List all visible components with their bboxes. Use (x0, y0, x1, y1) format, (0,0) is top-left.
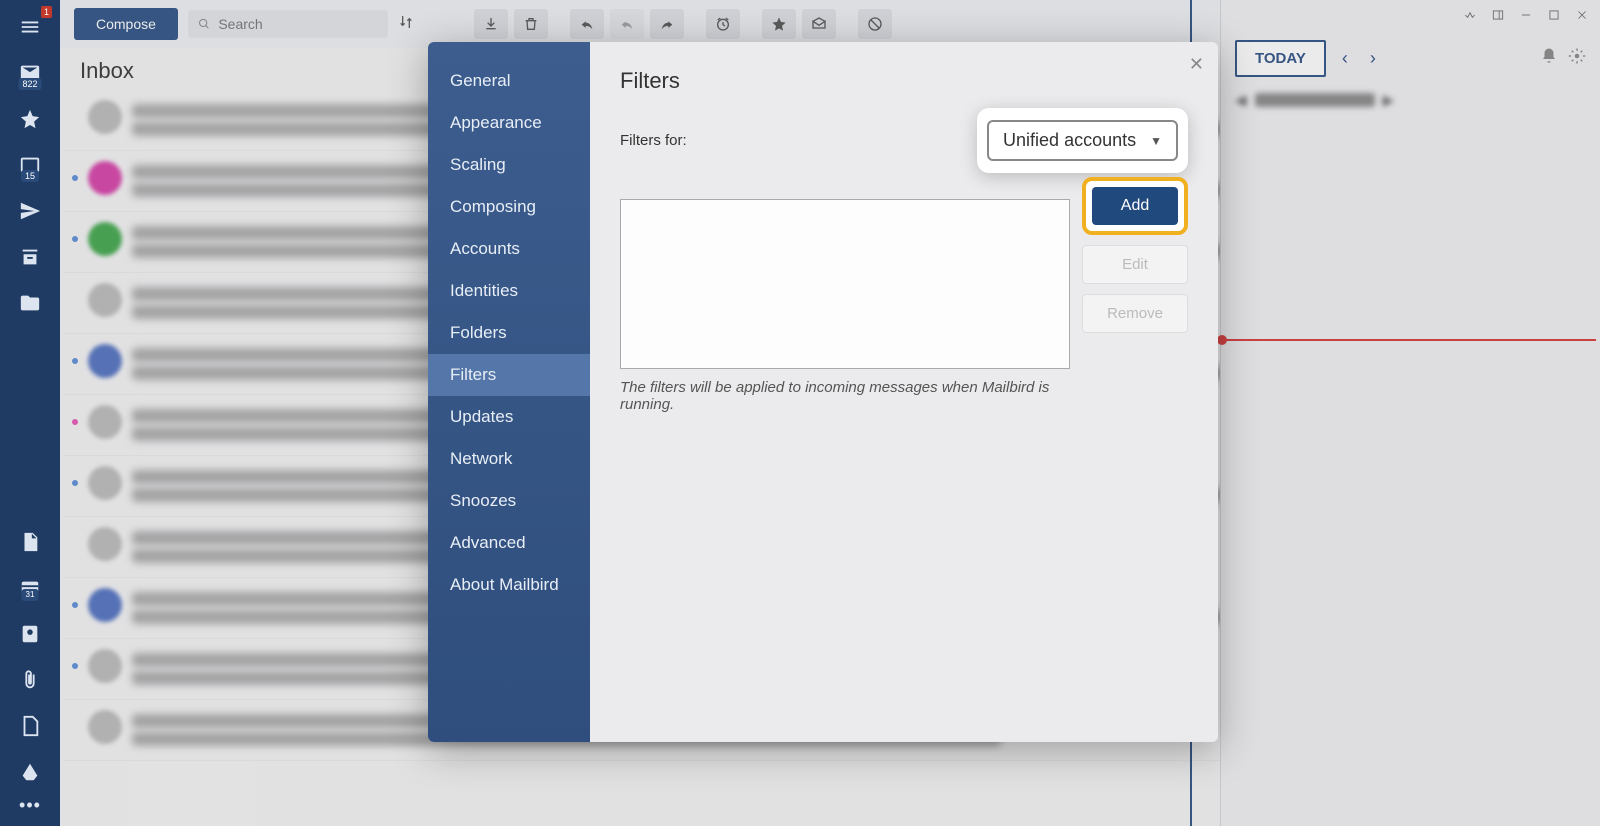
remove-button[interactable]: Remove (1082, 294, 1188, 333)
menu-icon[interactable]: 1 (10, 8, 50, 46)
current-time-line (1221, 339, 1596, 341)
mark-read-icon[interactable] (802, 9, 836, 39)
nav-general[interactable]: General (428, 60, 590, 102)
edit-button[interactable]: Edit (1082, 245, 1188, 284)
nav-accounts[interactable]: Accounts (428, 228, 590, 270)
add-button-highlight: Add (1082, 177, 1188, 235)
star-icon[interactable] (10, 100, 50, 138)
filters-list[interactable] (620, 199, 1070, 369)
block-icon[interactable] (858, 9, 892, 39)
filters-title: Filters (620, 68, 1188, 94)
star-action-icon[interactable] (762, 9, 796, 39)
search-box[interactable] (188, 10, 388, 38)
menu-badge: 1 (41, 6, 52, 18)
add-button[interactable]: Add (1092, 187, 1178, 225)
account-dropdown-highlight: Unified accounts ▼ (977, 108, 1188, 173)
drive-icon[interactable] (10, 753, 50, 791)
left-rail: 1 822 15 31 (0, 0, 60, 826)
prev-day-icon[interactable]: ‹ (1336, 44, 1354, 73)
window-controls (1221, 0, 1600, 30)
reply-all-icon[interactable] (610, 9, 644, 39)
nav-about[interactable]: About Mailbird (428, 564, 590, 606)
compose-button[interactable]: Compose (74, 8, 178, 40)
snooze-icon[interactable] (706, 9, 740, 39)
nav-advanced[interactable]: Advanced (428, 522, 590, 564)
search-input[interactable] (218, 16, 378, 32)
settings-nav: General Appearance Scaling Composing Acc… (428, 42, 590, 742)
search-icon (198, 17, 210, 31)
nav-updates[interactable]: Updates (428, 396, 590, 438)
maximize-icon[interactable] (1544, 5, 1564, 25)
delete-icon[interactable] (514, 9, 548, 39)
settings-dialog: General Appearance Scaling Composing Acc… (428, 42, 1218, 742)
notes-icon[interactable] (10, 523, 50, 561)
calendar-toolbar: TODAY ‹ › (1221, 30, 1600, 87)
account-dropdown[interactable]: Unified accounts ▼ (987, 120, 1178, 161)
next-day-icon[interactable]: › (1364, 44, 1382, 73)
calendar-body[interactable] (1221, 119, 1600, 799)
nav-filters[interactable]: Filters (428, 354, 590, 396)
filters-for-label: Filters for: (620, 132, 687, 149)
dropdown-value: Unified accounts (1003, 130, 1136, 151)
forward-icon[interactable] (650, 9, 684, 39)
bell-icon[interactable] (1540, 47, 1558, 70)
document-icon[interactable] (10, 707, 50, 745)
panel-icon[interactable] (1488, 5, 1508, 25)
nav-identities[interactable]: Identities (428, 270, 590, 312)
main-area: Compose (60, 0, 1600, 826)
close-icon[interactable]: ✕ (1189, 54, 1204, 75)
drafts-count: 15 (21, 170, 39, 182)
sent-icon[interactable] (10, 192, 50, 230)
drafts-icon[interactable]: 15 (10, 146, 50, 184)
folder-icon[interactable] (10, 284, 50, 322)
inbox-icon[interactable]: 822 (10, 54, 50, 92)
chevron-down-icon: ▼ (1150, 134, 1162, 148)
reply-icon[interactable] (570, 9, 604, 39)
calendar-day: 31 (22, 589, 39, 601)
download-icon[interactable] (474, 9, 508, 39)
nav-scaling[interactable]: Scaling (428, 144, 590, 186)
archive-icon[interactable] (10, 238, 50, 276)
attachments-icon[interactable] (10, 661, 50, 699)
toolbar-actions (474, 9, 892, 39)
gear-icon[interactable] (1568, 47, 1586, 70)
check-icon[interactable] (1460, 5, 1480, 25)
today-button[interactable]: TODAY (1235, 40, 1326, 77)
nav-appearance[interactable]: Appearance (428, 102, 590, 144)
sort-icon[interactable] (398, 14, 414, 35)
minimize-icon[interactable] (1516, 5, 1536, 25)
calendar-date: ◀▶ (1221, 87, 1600, 119)
more-icon[interactable]: ••• (19, 795, 41, 816)
nav-network[interactable]: Network (428, 438, 590, 480)
settings-body: ✕ Filters Filters for: Unified accounts … (590, 42, 1218, 742)
close-window-icon[interactable] (1572, 5, 1592, 25)
nav-snoozes[interactable]: Snoozes (428, 480, 590, 522)
calendar-panel: TODAY ‹ › ◀▶ (1220, 0, 1600, 826)
current-time-dot (1217, 335, 1227, 345)
nav-composing[interactable]: Composing (428, 186, 590, 228)
calendar-icon[interactable]: 31 (10, 569, 50, 607)
inbox-count: 822 (18, 78, 41, 90)
nav-folders[interactable]: Folders (428, 312, 590, 354)
filters-note: The filters will be applied to incoming … (620, 379, 1060, 413)
contacts-icon[interactable] (10, 615, 50, 653)
